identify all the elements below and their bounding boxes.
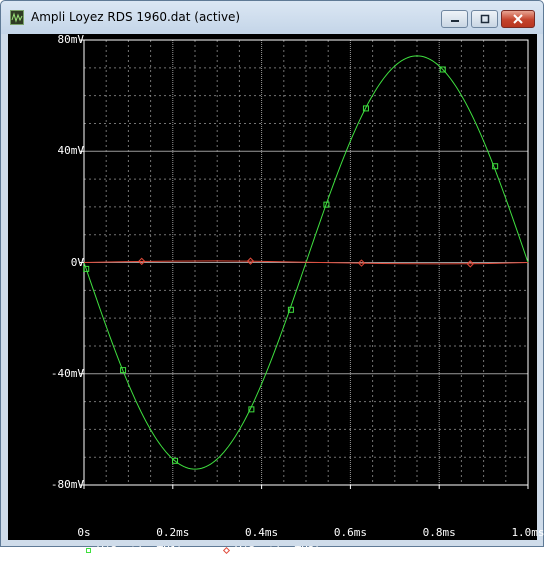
minimize-button[interactable]: [441, 10, 468, 28]
window-title: Ampli Loyez RDS 1960.dat (active): [31, 10, 241, 24]
legend-square-marker-icon: [86, 548, 91, 553]
x-tick-label: 1.0ms: [511, 526, 544, 539]
minimize-icon: [450, 20, 459, 22]
probe-app-icon[interactable]: [10, 10, 24, 25]
plot-area[interactable]: 80mV 40mV 0V -40mV -80mV 0s 0.2ms 0.4ms 0.6ms 0.…: [8, 33, 544, 570]
x-tick-label: 0.4ms: [245, 526, 279, 539]
x-tick-label: 0.2ms: [156, 526, 190, 539]
legend-series-2-label: V(Sortie_TU2): [235, 544, 322, 557]
chart: [80, 39, 529, 489]
x-axis-title: Time: [298, 557, 326, 570]
y-tick-label: 0V: [70, 255, 84, 269]
y-tick-label: -40mV: [50, 366, 84, 380]
close-button[interactable]: [501, 10, 535, 28]
maximize-button[interactable]: [471, 10, 498, 28]
x-tick-label: 0.8ms: [422, 526, 456, 539]
y-tick-label: -80mV: [50, 478, 84, 491]
y-tick-label: 80mV: [57, 33, 85, 46]
maximize-icon: [480, 14, 489, 24]
y-tick-label: 40mV: [57, 144, 85, 158]
legend-series-1-label: V(Sortie_TU1): [97, 544, 184, 557]
x-tick-label: 0s: [77, 526, 91, 539]
legend-diamond-marker-icon: [222, 546, 231, 555]
title-bar[interactable]: Ampli Loyez RDS 1960.dat (active): [1, 1, 543, 34]
close-icon: [513, 14, 523, 24]
x-tick-label: 0.6ms: [333, 526, 367, 539]
plot-window: Ampli Loyez RDS 1960.dat (active) 80mV 40…: [0, 0, 544, 570]
